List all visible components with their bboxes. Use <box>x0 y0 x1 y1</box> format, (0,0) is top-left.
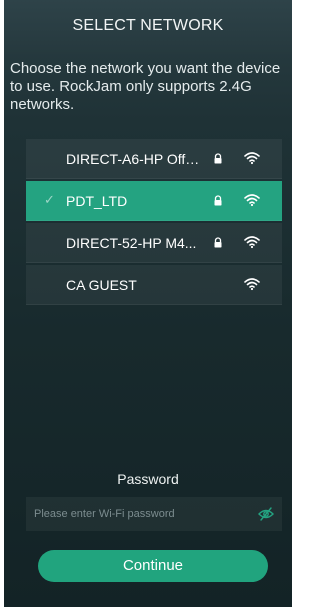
check-icon: ✓ <box>44 192 55 207</box>
eye-off-icon[interactable] <box>258 507 274 521</box>
instructions-text: Choose the network you want the device t… <box>10 60 281 113</box>
continue-button[interactable]: Continue <box>38 550 268 582</box>
password-label: Password <box>117 471 179 487</box>
password-input[interactable] <box>34 497 244 531</box>
network-item[interactable]: DIRECT-52-HP M4... <box>26 223 282 263</box>
page-title: SELECT NETWORK <box>72 17 224 34</box>
lock-icon <box>214 237 222 248</box>
wifi-icon <box>244 194 260 207</box>
lock-icon <box>214 153 222 164</box>
lock-icon <box>214 195 222 206</box>
network-item[interactable]: CA GUEST <box>26 265 282 305</box>
network-ssid: DIRECT-A6-HP Offi... <box>66 151 200 167</box>
wifi-icon <box>244 236 260 249</box>
select-network-screen: SELECT NETWORK Choose the network you wa… <box>4 0 292 607</box>
header-bar: SELECT NETWORK <box>4 0 292 54</box>
network-list: DIRECT-A6-HP Offi... ✓ PDT_LTD DIRECT-52… <box>26 139 282 307</box>
wifi-icon <box>244 278 260 291</box>
network-item-selected[interactable]: ✓ PDT_LTD <box>26 181 282 221</box>
network-item[interactable]: DIRECT-A6-HP Offi... <box>26 139 282 179</box>
network-ssid: DIRECT-52-HP M4... <box>66 235 197 251</box>
network-ssid: CA GUEST <box>66 277 137 293</box>
password-field <box>26 497 282 531</box>
network-ssid: PDT_LTD <box>66 193 128 209</box>
app-frame: SELECT NETWORK Choose the network you wa… <box>0 0 300 607</box>
wifi-icon <box>244 152 260 165</box>
